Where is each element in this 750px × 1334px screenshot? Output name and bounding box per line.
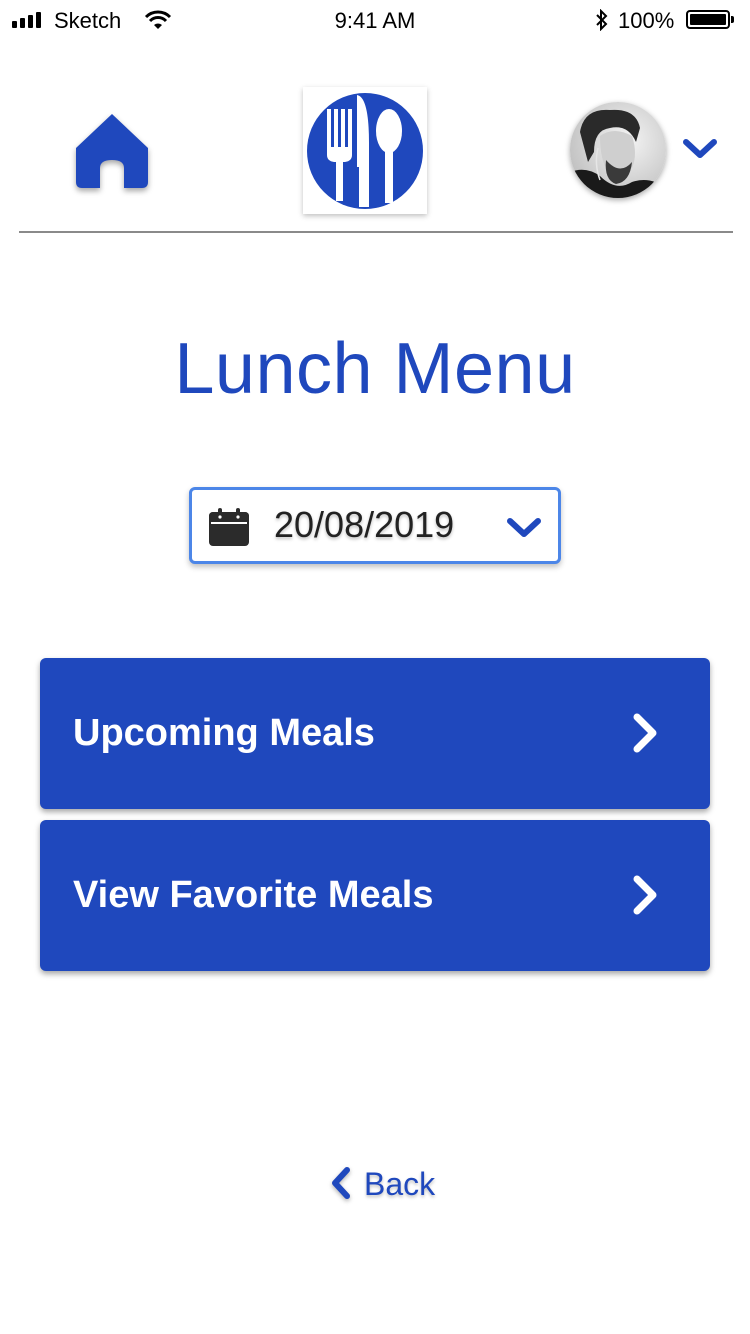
back-label: Back (364, 1166, 436, 1202)
chevron-right-icon (633, 713, 657, 753)
view-favorite-meals-button[interactable]: View Favorite Meals (40, 820, 710, 971)
header-divider (19, 231, 733, 233)
fork-knife-spoon-icon (307, 93, 423, 209)
page-title: Lunch Menu (174, 329, 576, 409)
chevron-down-icon (683, 139, 717, 158)
user-photo (570, 102, 666, 198)
home-icon (76, 114, 148, 188)
date-value: 20/08/2019 (274, 504, 455, 545)
battery-percent: 100% (618, 8, 675, 33)
avatar[interactable] (570, 102, 666, 198)
view-favorite-meals-label: View Favorite Meals (73, 874, 434, 916)
chevron-right-icon (633, 875, 657, 915)
calendar-icon (209, 508, 249, 546)
back-button[interactable]: Back (328, 1162, 448, 1206)
profile-menu-button[interactable] (682, 136, 718, 162)
upcoming-meals-button[interactable]: Upcoming Meals (40, 658, 710, 809)
home-button[interactable] (74, 112, 150, 190)
app-logo (303, 87, 427, 214)
bluetooth-icon (594, 8, 610, 37)
battery-icon (686, 10, 734, 29)
upcoming-meals-label: Upcoming Meals (73, 712, 375, 754)
chevron-down-icon (507, 518, 541, 537)
chevron-left-icon (332, 1167, 350, 1199)
status-bar: Sketch 9:41 AM 100% (0, 0, 750, 40)
date-select[interactable]: 20/08/2019 (189, 487, 561, 564)
